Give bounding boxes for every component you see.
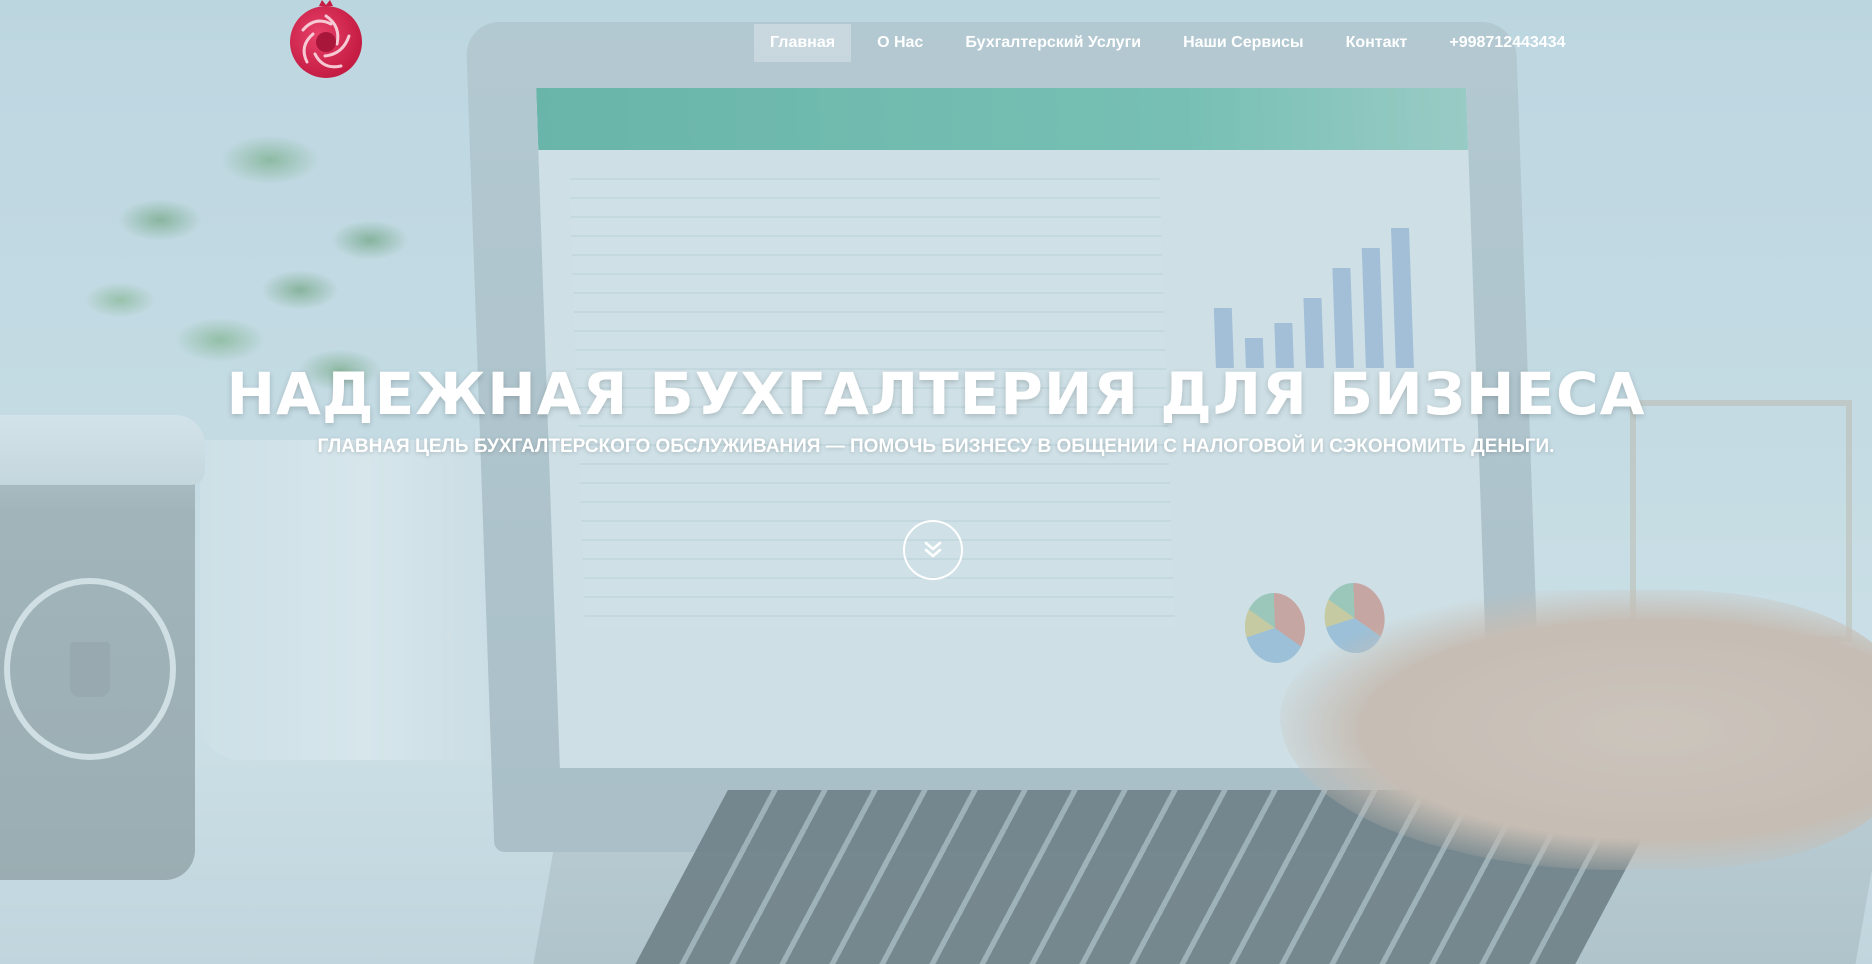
nav-item-accounting-services[interactable]: Бухгалтерский Услуги [949,24,1157,62]
site-header: Главная О Нас Бухгалтерский Услуги Наши … [0,0,1872,90]
color-overlay [0,0,1872,964]
nav-item-about[interactable]: О Нас [861,24,939,62]
pomegranate-aperture-logo-icon [290,0,362,78]
hero-content: НАДЕЖНАЯ БУХГАЛТЕРИЯ ДЛЯ БИЗНЕСА ГЛАВНАЯ… [0,360,1872,458]
nav-item-contact[interactable]: Контакт [1330,24,1424,62]
nav-item-home[interactable]: Главная [754,24,852,62]
scroll-down-button[interactable] [903,520,963,580]
hero-title: НАДЕЖНАЯ БУХГАЛТЕРИЯ ДЛЯ БИЗНЕСА [226,360,1646,428]
main-nav: Главная О Нас Бухгалтерский Услуги Наши … [754,24,1592,62]
nav-item-phone[interactable]: +998712443434 [1433,24,1581,62]
site-logo[interactable] [285,0,367,82]
nav-item-our-services[interactable]: Наши Сервисы [1167,24,1320,62]
hero-section: Главная О Нас Бухгалтерский Услуги Наши … [0,0,1872,964]
hero-subtitle: ГЛАВНАЯ ЦЕЛЬ БУХГАЛТЕРСКОГО ОБСЛУЖИВАНИЯ… [317,436,1555,457]
double-chevron-down-icon [924,541,942,558]
